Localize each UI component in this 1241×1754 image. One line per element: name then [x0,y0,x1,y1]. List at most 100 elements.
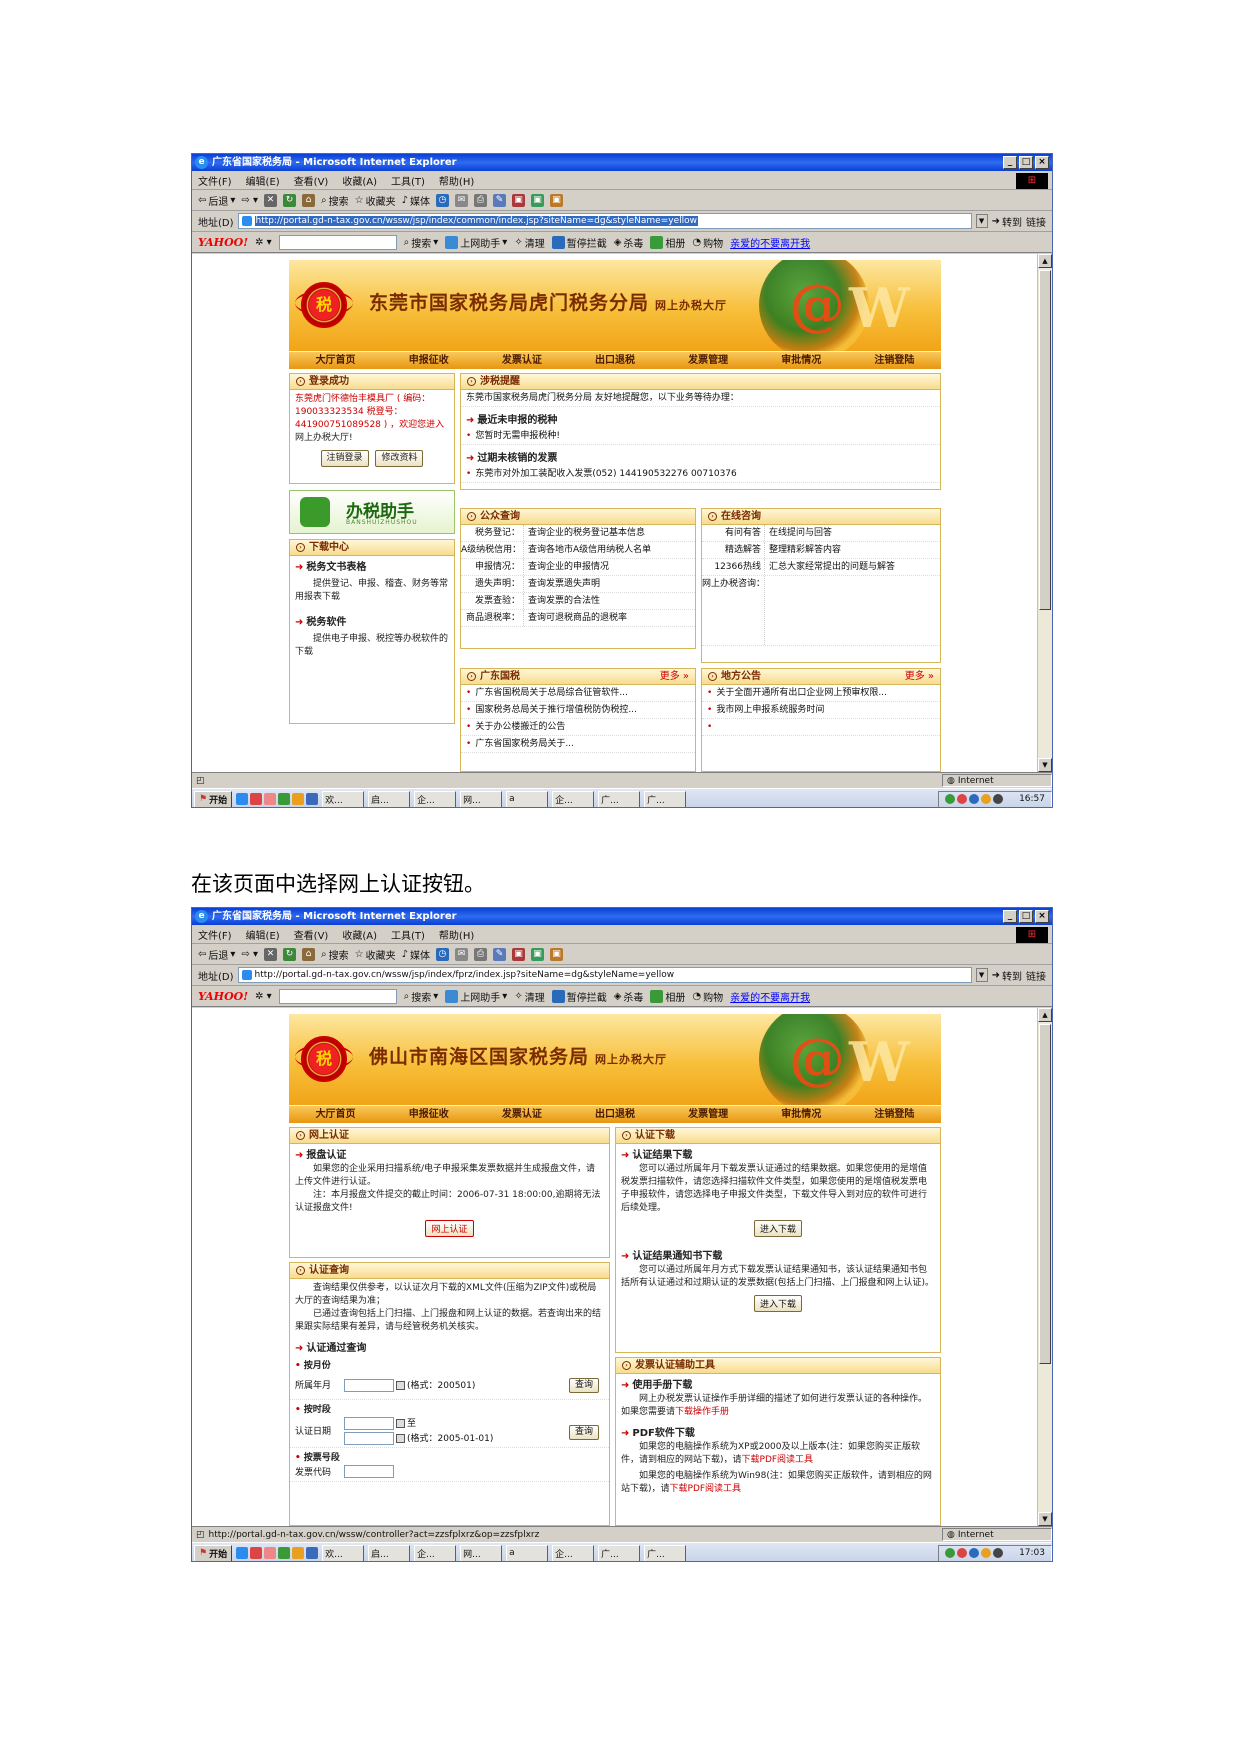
task-button[interactable]: 启... [368,790,411,807]
vertical-scrollbar[interactable]: ▲ ▼ [1037,254,1052,772]
list-item[interactable]: 网上办税咨询： [702,576,940,646]
month-input[interactable] [344,1379,394,1392]
plugin-icon[interactable]: ▣ [530,193,544,207]
more-link[interactable]: 更多 » [660,669,689,685]
forward-button[interactable]: ⇨ ▾ [241,949,258,960]
yahoo-item-shopping[interactable]: ◔ 购物 [692,989,723,1004]
list-item[interactable]: A级纳税信用： 查询各地市A级信用纳税人名单 [461,542,695,559]
nav-invoice-cert[interactable]: 发票认证 [475,352,568,369]
menu-view[interactable]: 查看(V) [294,173,329,188]
task-button[interactable]: 企... [552,1544,595,1561]
address-input[interactable]: http://portal.gd-n-tax.gov.cn/wssw/jsp/i… [237,967,972,983]
menu-file[interactable]: 文件(F) [198,927,232,942]
list-item[interactable]: 发票查验： 查询发票的合法性 [461,593,695,610]
refresh-icon[interactable]: ↻ [283,947,296,961]
yahoo-logo[interactable]: YAHOO! [198,236,248,249]
task-button[interactable]: a [506,1544,549,1561]
minimize-button[interactable]: _ [1003,910,1017,923]
task-button[interactable]: 网... [460,790,503,807]
settings-icon[interactable]: ✲ ▾ [255,991,272,1002]
stop-icon[interactable]: ✕ [264,947,277,961]
task-button[interactable]: 广... [598,790,641,807]
mail-icon[interactable]: ✉ [454,193,468,207]
calendar-icon[interactable] [396,1419,405,1428]
task-button[interactable]: 企... [414,790,457,807]
maximize-button[interactable]: □ [1019,156,1033,169]
home-icon[interactable]: ⌂ [302,947,315,961]
tax-helper-banner[interactable]: 办税助手 BANSHUIZHUSHOU [289,490,455,534]
period-query-button[interactable]: 查询 [568,1424,599,1440]
nav-invoice-cert[interactable]: 发票认证 [475,1106,568,1123]
app-icon[interactable] [292,1547,305,1559]
edit-icon[interactable]: ✎ [492,947,506,961]
list-item[interactable]: 12366热线 汇总大家经常提出的问题与解答 [702,559,940,576]
app-icon[interactable] [264,1547,277,1559]
tray-icon[interactable] [981,794,992,804]
yahoo-item-clean[interactable]: ✧ 清理 [514,989,544,1004]
nav-logout[interactable]: 注销登陆 [848,1106,941,1123]
media-button[interactable]: ♪ 媒体 [402,193,430,208]
app-icon[interactable] [306,793,319,805]
nav-approval[interactable]: 审批情况 [755,1106,848,1123]
back-button[interactable]: ⇦ 后退 ▾ [198,193,235,208]
task-button[interactable]: a [506,790,549,807]
mail-icon[interactable]: ✉ [454,947,468,961]
task-button[interactable]: 企... [552,790,595,807]
ie-icon[interactable] [236,1547,249,1559]
plugin-icon[interactable]: ▣ [549,193,563,207]
news-item[interactable]: • 广东省国税局关于总局综合征管软件... [461,685,695,702]
yahoo-logo[interactable]: YAHOO! [198,990,248,1003]
yahoo-search-input[interactable] [278,234,397,250]
enter-download-button[interactable]: 进入下载 [753,1295,802,1312]
app-icon[interactable] [264,793,277,805]
tax-software-link[interactable]: ➜ 税务软件 [290,611,454,630]
task-button[interactable]: 广... [644,1544,687,1561]
download-manual-link[interactable]: 下载操作手册 [675,1407,729,1417]
nav-approval[interactable]: 审批情况 [755,352,848,369]
nav-export-rebate[interactable]: 出口退税 [568,1106,661,1123]
scroll-up-icon[interactable]: ▲ [1038,254,1052,268]
search-button[interactable]: ⌕ 搜索 [321,193,349,208]
tray-icon[interactable] [969,1548,980,1558]
menu-help[interactable]: 帮助(H) [439,927,474,942]
maximize-button[interactable]: □ [1019,910,1033,923]
month-query-button[interactable]: 查询 [568,1378,599,1393]
task-button[interactable]: 欢... [322,1544,365,1561]
links-button[interactable]: 链接 [1026,214,1046,229]
stop-icon[interactable]: ✕ [264,193,277,207]
list-item[interactable]: 商品退税率： 查询可退税商品的退税率 [461,610,695,627]
online-cert-button[interactable]: 网上认证 [425,1220,474,1237]
close-button[interactable]: × [1035,910,1049,923]
app-icon[interactable] [292,793,305,805]
task-button[interactable]: 启... [368,1544,411,1561]
nav-home[interactable]: 大厅首页 [289,352,382,369]
yahoo-item-block[interactable]: 暂停拦截 [551,989,607,1004]
close-button[interactable]: × [1035,156,1049,169]
refresh-icon[interactable]: ↻ [283,193,296,207]
yahoo-promo-link[interactable]: 亲爱的不要离开我 [730,989,810,1004]
nav-logout[interactable]: 注销登陆 [848,352,941,369]
yahoo-search-button[interactable]: ⌕ 搜索 ▾ [404,235,439,250]
edit-icon[interactable]: ✎ [492,193,506,207]
tray-icon[interactable] [957,1548,968,1558]
list-item[interactable]: 税务登记： 查询企业的税务登记基本信息 [461,525,695,542]
scroll-thumb[interactable] [1039,270,1051,610]
yahoo-item-assistant[interactable]: 上网助手 ▾ [445,989,507,1004]
tray-icon[interactable] [993,1548,1004,1558]
scroll-thumb[interactable] [1039,1024,1051,1364]
news-item[interactable]: • 关于办公楼搬迁的公告 [461,719,695,736]
menu-favorites[interactable]: 收藏(A) [342,927,377,942]
app-icon[interactable] [250,1547,263,1559]
tray-icon[interactable] [945,1548,956,1558]
nav-invoice-manage[interactable]: 发票管理 [662,1106,755,1123]
plugin-icon[interactable]: ▣ [511,947,525,961]
menu-favorites[interactable]: 收藏(A) [342,173,377,188]
edit-profile-button[interactable]: 修改资料 [375,450,424,467]
invoice-code-input[interactable] [344,1465,394,1478]
ie-icon[interactable] [236,793,249,805]
task-button[interactable]: 网... [460,1544,503,1561]
download-pdf-link[interactable]: 下载PDF阅读工具 [742,1455,814,1465]
start-date-input[interactable] [344,1417,394,1430]
yahoo-item-block[interactable]: 暂停拦截 [551,235,607,250]
address-dropdown[interactable]: ▼ [975,214,988,228]
